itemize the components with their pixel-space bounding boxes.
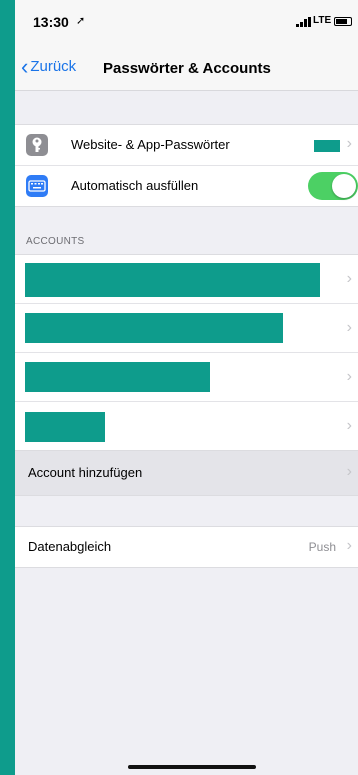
- sync-value: Push: [308, 540, 336, 554]
- account-row[interactable]: ›: [15, 353, 358, 402]
- home-indicator[interactable]: [128, 765, 256, 769]
- sync-group: Datenabgleich Push ›: [15, 526, 358, 568]
- autofill-toggle[interactable]: [308, 172, 358, 200]
- status-time: 13:30: [33, 14, 69, 30]
- location-arrow-icon: ➚: [76, 15, 86, 27]
- account-row[interactable]: ›: [15, 304, 358, 353]
- chevron-left-icon: ‹: [21, 53, 29, 79]
- passwords-label: Website- & App-Passwörter: [71, 137, 230, 152]
- account-row[interactable]: ›: [15, 402, 358, 450]
- chevron-right-icon: ›: [346, 368, 352, 385]
- network-type: LTE: [313, 15, 332, 26]
- chevron-right-icon: ›: [346, 135, 352, 152]
- key-icon: [26, 134, 48, 156]
- chevron-right-icon: ›: [346, 270, 352, 287]
- phone-screen: 13:30 ➚ LTE ‹ Zurück Passwörter & Accoun…: [15, 0, 358, 775]
- chevron-right-icon: ›: [346, 463, 352, 480]
- back-label: Zurück: [30, 58, 77, 75]
- toggle-knob: [332, 174, 356, 198]
- chevron-right-icon: ›: [346, 319, 352, 336]
- battery-icon: [334, 17, 352, 26]
- accounts-section-header: ACCOUNTS: [26, 236, 85, 247]
- passwords-group: Website- & App-Passwörter › Automatisch …: [15, 124, 358, 207]
- status-bar: 13:30 ➚ LTE: [15, 0, 358, 44]
- sync-label: Datenabgleich: [28, 539, 112, 554]
- sync-row[interactable]: Datenabgleich Push ›: [15, 527, 358, 567]
- chevron-right-icon: ›: [346, 417, 352, 434]
- chevron-right-icon: ›: [346, 537, 352, 554]
- autofill-row: Automatisch ausfüllen: [15, 166, 358, 206]
- redacted-account-name: [25, 412, 105, 442]
- add-account-label: Account hinzufügen: [28, 465, 143, 480]
- redacted-account-name: [25, 362, 210, 392]
- page-title: Passwörter & Accounts: [103, 60, 271, 77]
- redacted-account-name: [25, 313, 283, 343]
- redacted-count: [314, 140, 340, 152]
- autofill-label: Automatisch ausfüllen: [71, 178, 199, 193]
- navigation-bar: ‹ Zurück Passwörter & Accounts: [15, 44, 358, 91]
- accounts-group: › › › › Account hinzufügen ›: [15, 254, 358, 496]
- passwords-row[interactable]: Website- & App-Passwörter ›: [15, 125, 358, 166]
- redacted-account-name: [25, 263, 320, 297]
- add-account-button[interactable]: Account hinzufügen ›: [15, 450, 358, 495]
- account-row[interactable]: ›: [15, 255, 358, 304]
- back-button[interactable]: ‹ Zurück: [21, 53, 77, 79]
- signal-bars-icon: [296, 17, 311, 27]
- keyboard-icon: [26, 175, 48, 197]
